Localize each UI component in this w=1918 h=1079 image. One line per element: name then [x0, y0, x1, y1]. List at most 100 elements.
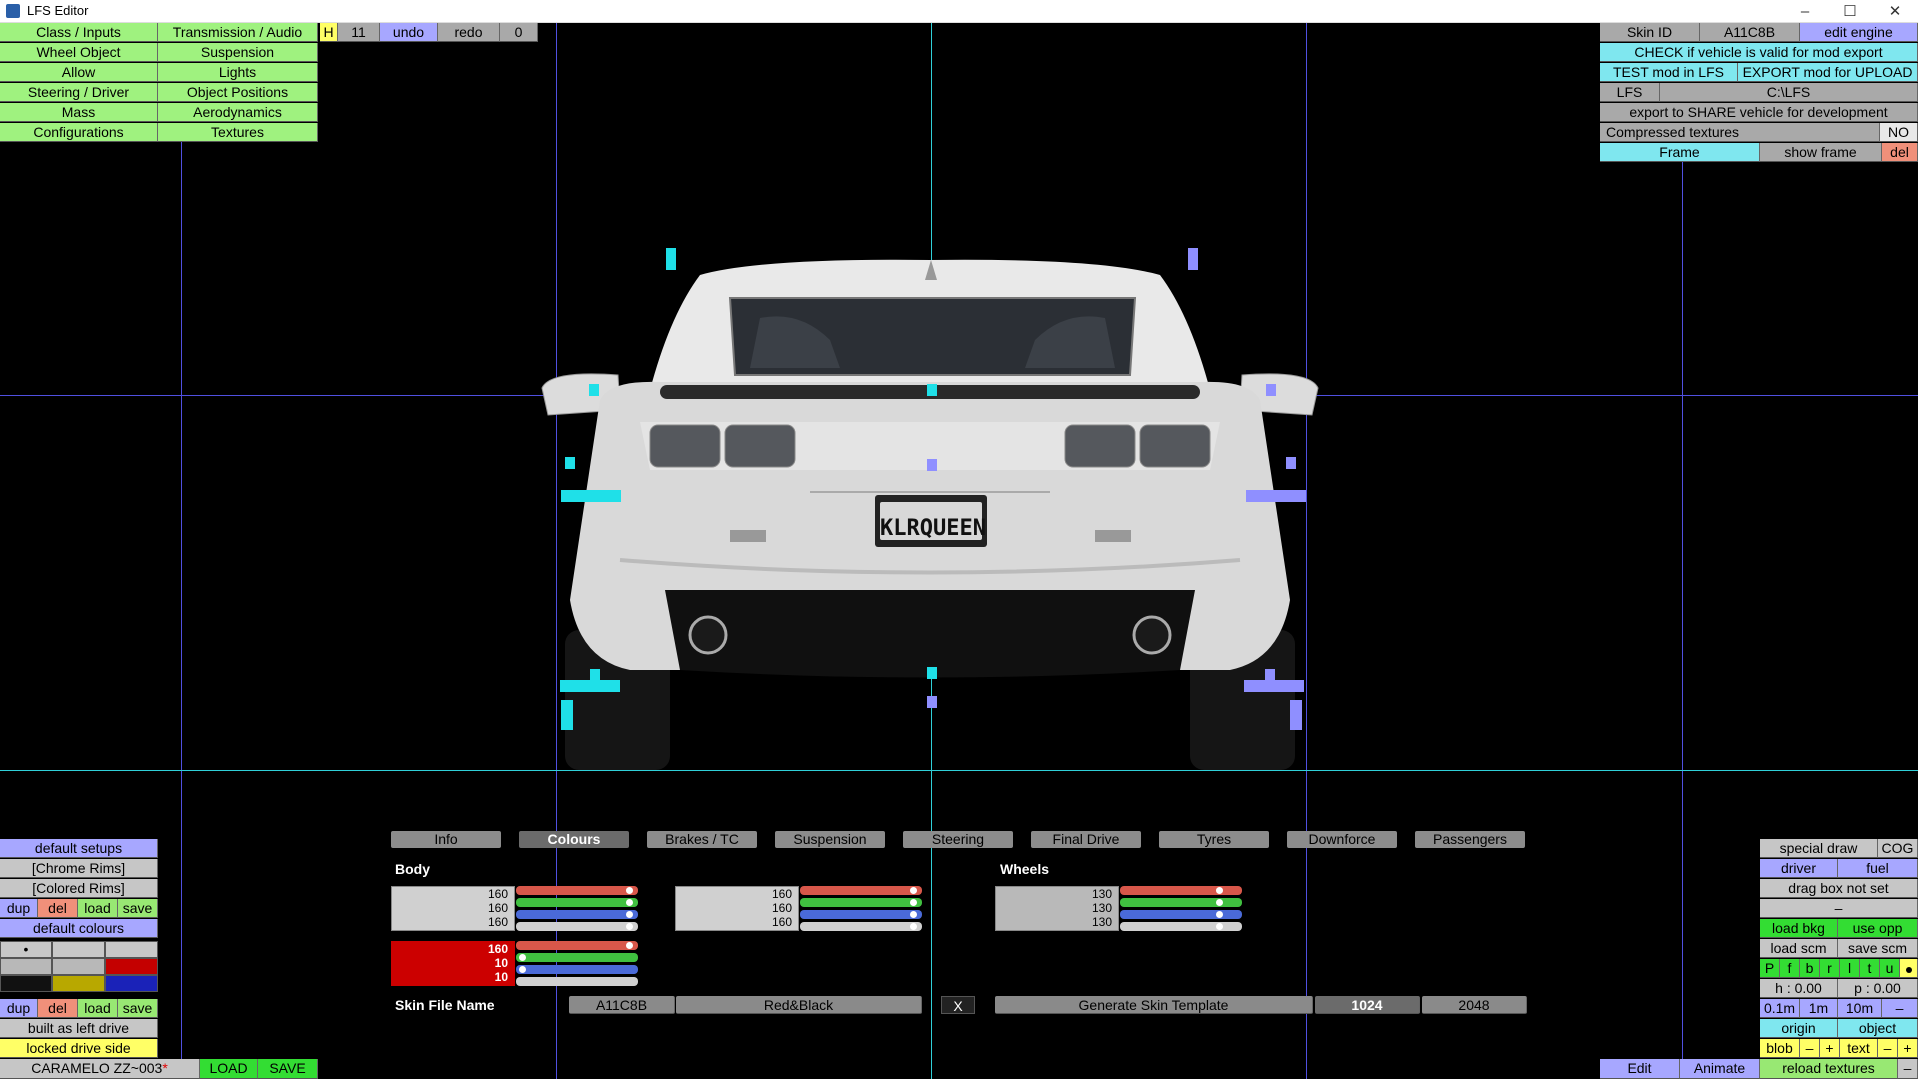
menu-transmission-audio[interactable]: Transmission / Audio — [158, 23, 318, 42]
wheels-green-slider[interactable] — [1120, 898, 1242, 907]
driver-button[interactable]: driver — [1760, 859, 1838, 878]
colour-swatch[interactable] — [105, 958, 158, 975]
menu-class-inputs[interactable]: Class / Inputs — [0, 23, 158, 42]
edit-mode-button[interactable]: Edit — [1600, 1059, 1680, 1079]
step-minus-button[interactable]: – — [1882, 999, 1918, 1018]
colour-swatch[interactable] — [0, 975, 52, 992]
menu-suspension[interactable]: Suspension — [158, 43, 318, 62]
tab-final-drive[interactable]: Final Drive — [1031, 831, 1141, 848]
history-h-button[interactable]: H — [320, 23, 338, 42]
marker-dot[interactable] — [927, 696, 937, 708]
collapse-button[interactable]: – — [1898, 1059, 1918, 1079]
setup-save-button[interactable]: save — [118, 899, 158, 918]
tab-steering[interactable]: Steering — [903, 831, 1013, 848]
menu-aerodynamics[interactable]: Aerodynamics — [158, 103, 318, 122]
body-secondary-red-slider[interactable] — [800, 886, 922, 895]
marker-dot[interactable] — [1266, 384, 1276, 396]
frame-button[interactable]: Frame — [1600, 143, 1760, 162]
wheels-red-slider[interactable] — [1120, 886, 1242, 895]
marker-dot[interactable] — [927, 384, 937, 396]
check-valid-button[interactable]: CHECK if vehicle is valid for mod export — [1600, 43, 1918, 62]
wheels-blue-slider[interactable] — [1120, 910, 1242, 919]
load-scm-button[interactable]: load scm — [1760, 939, 1838, 958]
export-mod-button[interactable]: EXPORT mod for UPLOAD — [1738, 63, 1918, 82]
origin-button[interactable]: origin — [1760, 1019, 1838, 1038]
colour-load-button[interactable]: load — [78, 999, 118, 1018]
marker-dot[interactable] — [927, 667, 937, 679]
special-draw-button[interactable]: special draw — [1760, 839, 1878, 858]
locked-drive-side[interactable]: locked drive side — [0, 1039, 158, 1058]
load-background-button[interactable]: load bkg — [1760, 919, 1838, 938]
frame-delete-button[interactable]: del — [1882, 143, 1918, 162]
view-u-button[interactable]: u — [1880, 959, 1900, 978]
view-r-button[interactable]: r — [1820, 959, 1840, 978]
drag-box-status[interactable]: drag box not set — [1760, 879, 1918, 898]
edit-engine-button[interactable]: edit engine — [1800, 23, 1918, 42]
marker-dot-group[interactable] — [561, 700, 573, 730]
marker-dot[interactable] — [927, 459, 937, 471]
save-vehicle-button[interactable]: SAVE — [258, 1059, 318, 1079]
blob-button[interactable]: blob — [1760, 1039, 1800, 1058]
menu-wheel-object[interactable]: Wheel Object — [0, 43, 158, 62]
tab-colours[interactable]: Colours — [519, 831, 629, 848]
chrome-rims-setup[interactable]: [Chrome Rims] — [0, 859, 158, 878]
lfs-path-value[interactable]: C:\LFS — [1660, 83, 1918, 102]
generate-skin-template-button[interactable]: Generate Skin Template — [995, 996, 1313, 1014]
marker-dot[interactable] — [666, 248, 676, 270]
body-primary-alpha-slider[interactable] — [516, 922, 638, 931]
view-p-button[interactable]: P — [1760, 959, 1780, 978]
blob-plus-button[interactable]: + — [1820, 1039, 1840, 1058]
vehicle-name[interactable]: CARAMELO ZZ~003* — [0, 1059, 200, 1079]
text-minus-button[interactable]: – — [1878, 1039, 1898, 1058]
pitch-value[interactable]: p : 0.00 — [1838, 979, 1918, 998]
skin-id-value[interactable]: A11C8B — [1700, 23, 1800, 42]
view-f-button[interactable]: f — [1780, 959, 1800, 978]
tab-info[interactable]: Info — [391, 831, 501, 848]
colour-swatch[interactable] — [105, 975, 158, 992]
colour-swatch[interactable] — [52, 958, 105, 975]
marker-dot[interactable] — [1286, 457, 1296, 469]
colored-rims-setup[interactable]: [Colored Rims] — [0, 879, 158, 898]
tab-suspension[interactable]: Suspension — [775, 831, 885, 848]
heading-value[interactable]: h : 0.00 — [1760, 979, 1838, 998]
default-setups-button[interactable]: default setups — [0, 839, 158, 858]
template-size-1024[interactable]: 1024 — [1315, 996, 1420, 1014]
text-button[interactable]: text — [1840, 1039, 1878, 1058]
tab-downforce[interactable]: Downforce — [1287, 831, 1397, 848]
marker-dot-group[interactable] — [1244, 680, 1304, 692]
tab-brakes-tc[interactable]: Brakes / TC — [647, 831, 757, 848]
maximize-button[interactable]: ☐ — [1827, 0, 1873, 23]
text-plus-button[interactable]: + — [1898, 1039, 1918, 1058]
view-dot-button[interactable] — [1900, 959, 1918, 978]
menu-textures[interactable]: Textures — [158, 123, 318, 142]
tab-tyres[interactable]: Tyres — [1159, 831, 1269, 848]
redo-button[interactable]: redo — [438, 23, 500, 42]
close-button[interactable]: ✕ — [1872, 0, 1918, 23]
view-t-button[interactable]: t — [1860, 959, 1880, 978]
object-button[interactable]: object — [1838, 1019, 1918, 1038]
body-accent-alpha-slider[interactable] — [516, 977, 638, 986]
colour-swatch[interactable] — [0, 958, 52, 975]
minimize-button[interactable]: – — [1782, 0, 1828, 23]
use-opposite-button[interactable]: use opp — [1838, 919, 1918, 938]
compressed-textures-toggle[interactable]: NO — [1880, 123, 1918, 142]
save-scm-button[interactable]: save scm — [1838, 939, 1918, 958]
tab-passengers[interactable]: Passengers — [1415, 831, 1525, 848]
colour-dup-button[interactable]: dup — [0, 999, 38, 1018]
wheels-alpha-slider[interactable] — [1120, 922, 1242, 931]
body-secondary-blue-slider[interactable] — [800, 910, 922, 919]
load-vehicle-button[interactable]: LOAD — [200, 1059, 258, 1079]
menu-steering-driver[interactable]: Steering / Driver — [0, 83, 158, 102]
body-primary-green-slider[interactable] — [516, 898, 638, 907]
step-1m-button[interactable]: 1m — [1800, 999, 1838, 1018]
menu-configurations[interactable]: Configurations — [0, 123, 158, 142]
test-mod-button[interactable]: TEST mod in LFS — [1600, 63, 1738, 82]
template-size-2048[interactable]: 2048 — [1422, 996, 1527, 1014]
marker-dot-group[interactable] — [560, 680, 620, 692]
view-l-button[interactable]: l — [1840, 959, 1860, 978]
colour-swatch[interactable] — [52, 941, 105, 958]
skin-clear-button[interactable]: X — [941, 996, 975, 1014]
built-as-left-drive[interactable]: built as left drive — [0, 1019, 158, 1038]
marker-dot-group[interactable] — [1290, 700, 1302, 730]
marker-dot[interactable] — [1188, 248, 1198, 270]
